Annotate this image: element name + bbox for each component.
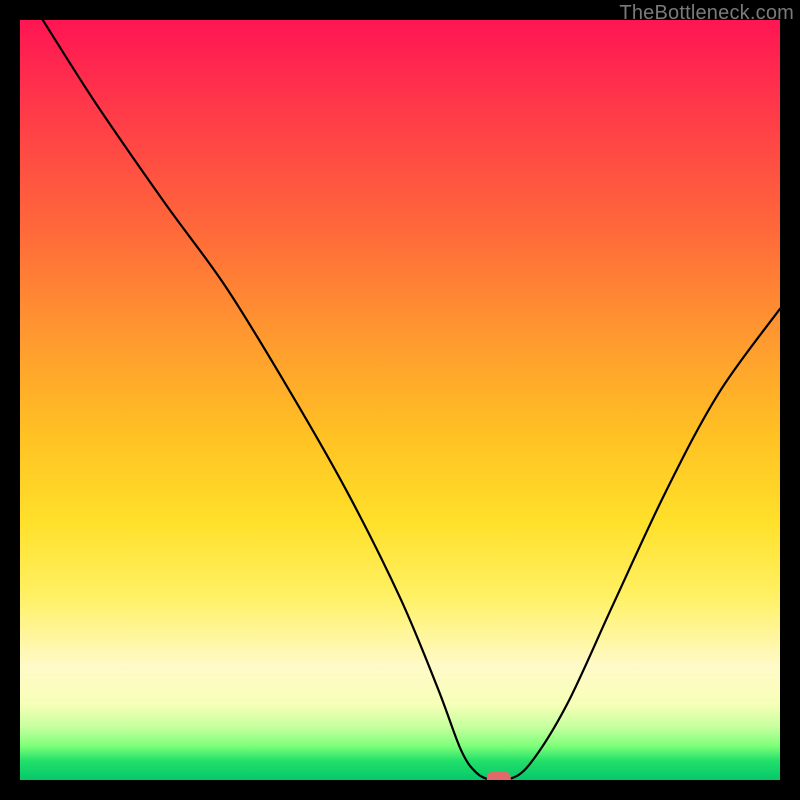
watermark-text: TheBottleneck.com [619,2,794,25]
bottleneck-curve [43,20,780,780]
bottleneck-curve-svg [20,20,780,780]
chart-frame: TheBottleneck.com [0,0,800,800]
plot-area [20,20,780,780]
optimal-point-marker [487,772,511,780]
